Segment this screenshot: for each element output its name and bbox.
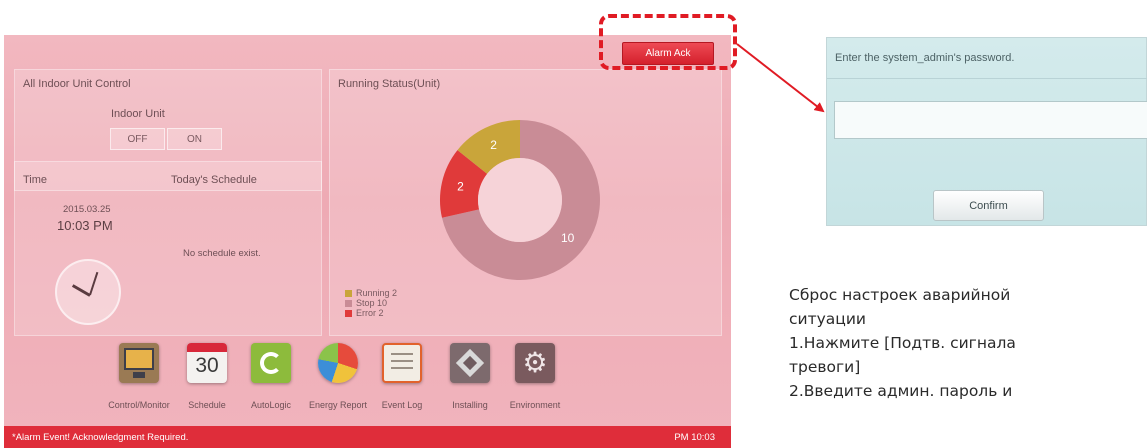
confirm-button[interactable]: Confirm — [933, 190, 1044, 221]
instruction-line-5: 2.Введите админ. пароль и — [789, 382, 1013, 400]
instruction-line-1: Сброс настроек аварийной — [789, 286, 1011, 304]
instruction-line-3: 1.Нажмите [Подтв. сигнала — [789, 334, 1016, 352]
dialog-divider — [827, 78, 1147, 79]
dialog-title: Enter the system_admin's password. — [835, 52, 1015, 64]
instruction-line-2: ситуации — [789, 310, 866, 328]
arrow-line — [736, 43, 825, 113]
instruction-line-4: тревоги] — [789, 358, 861, 376]
password-dialog: Enter the system_admin's password. Confi… — [826, 37, 1147, 226]
password-input[interactable] — [834, 101, 1147, 139]
instructions-text: Сброс настроек аварийной ситуации 1.Нажм… — [789, 283, 1147, 403]
